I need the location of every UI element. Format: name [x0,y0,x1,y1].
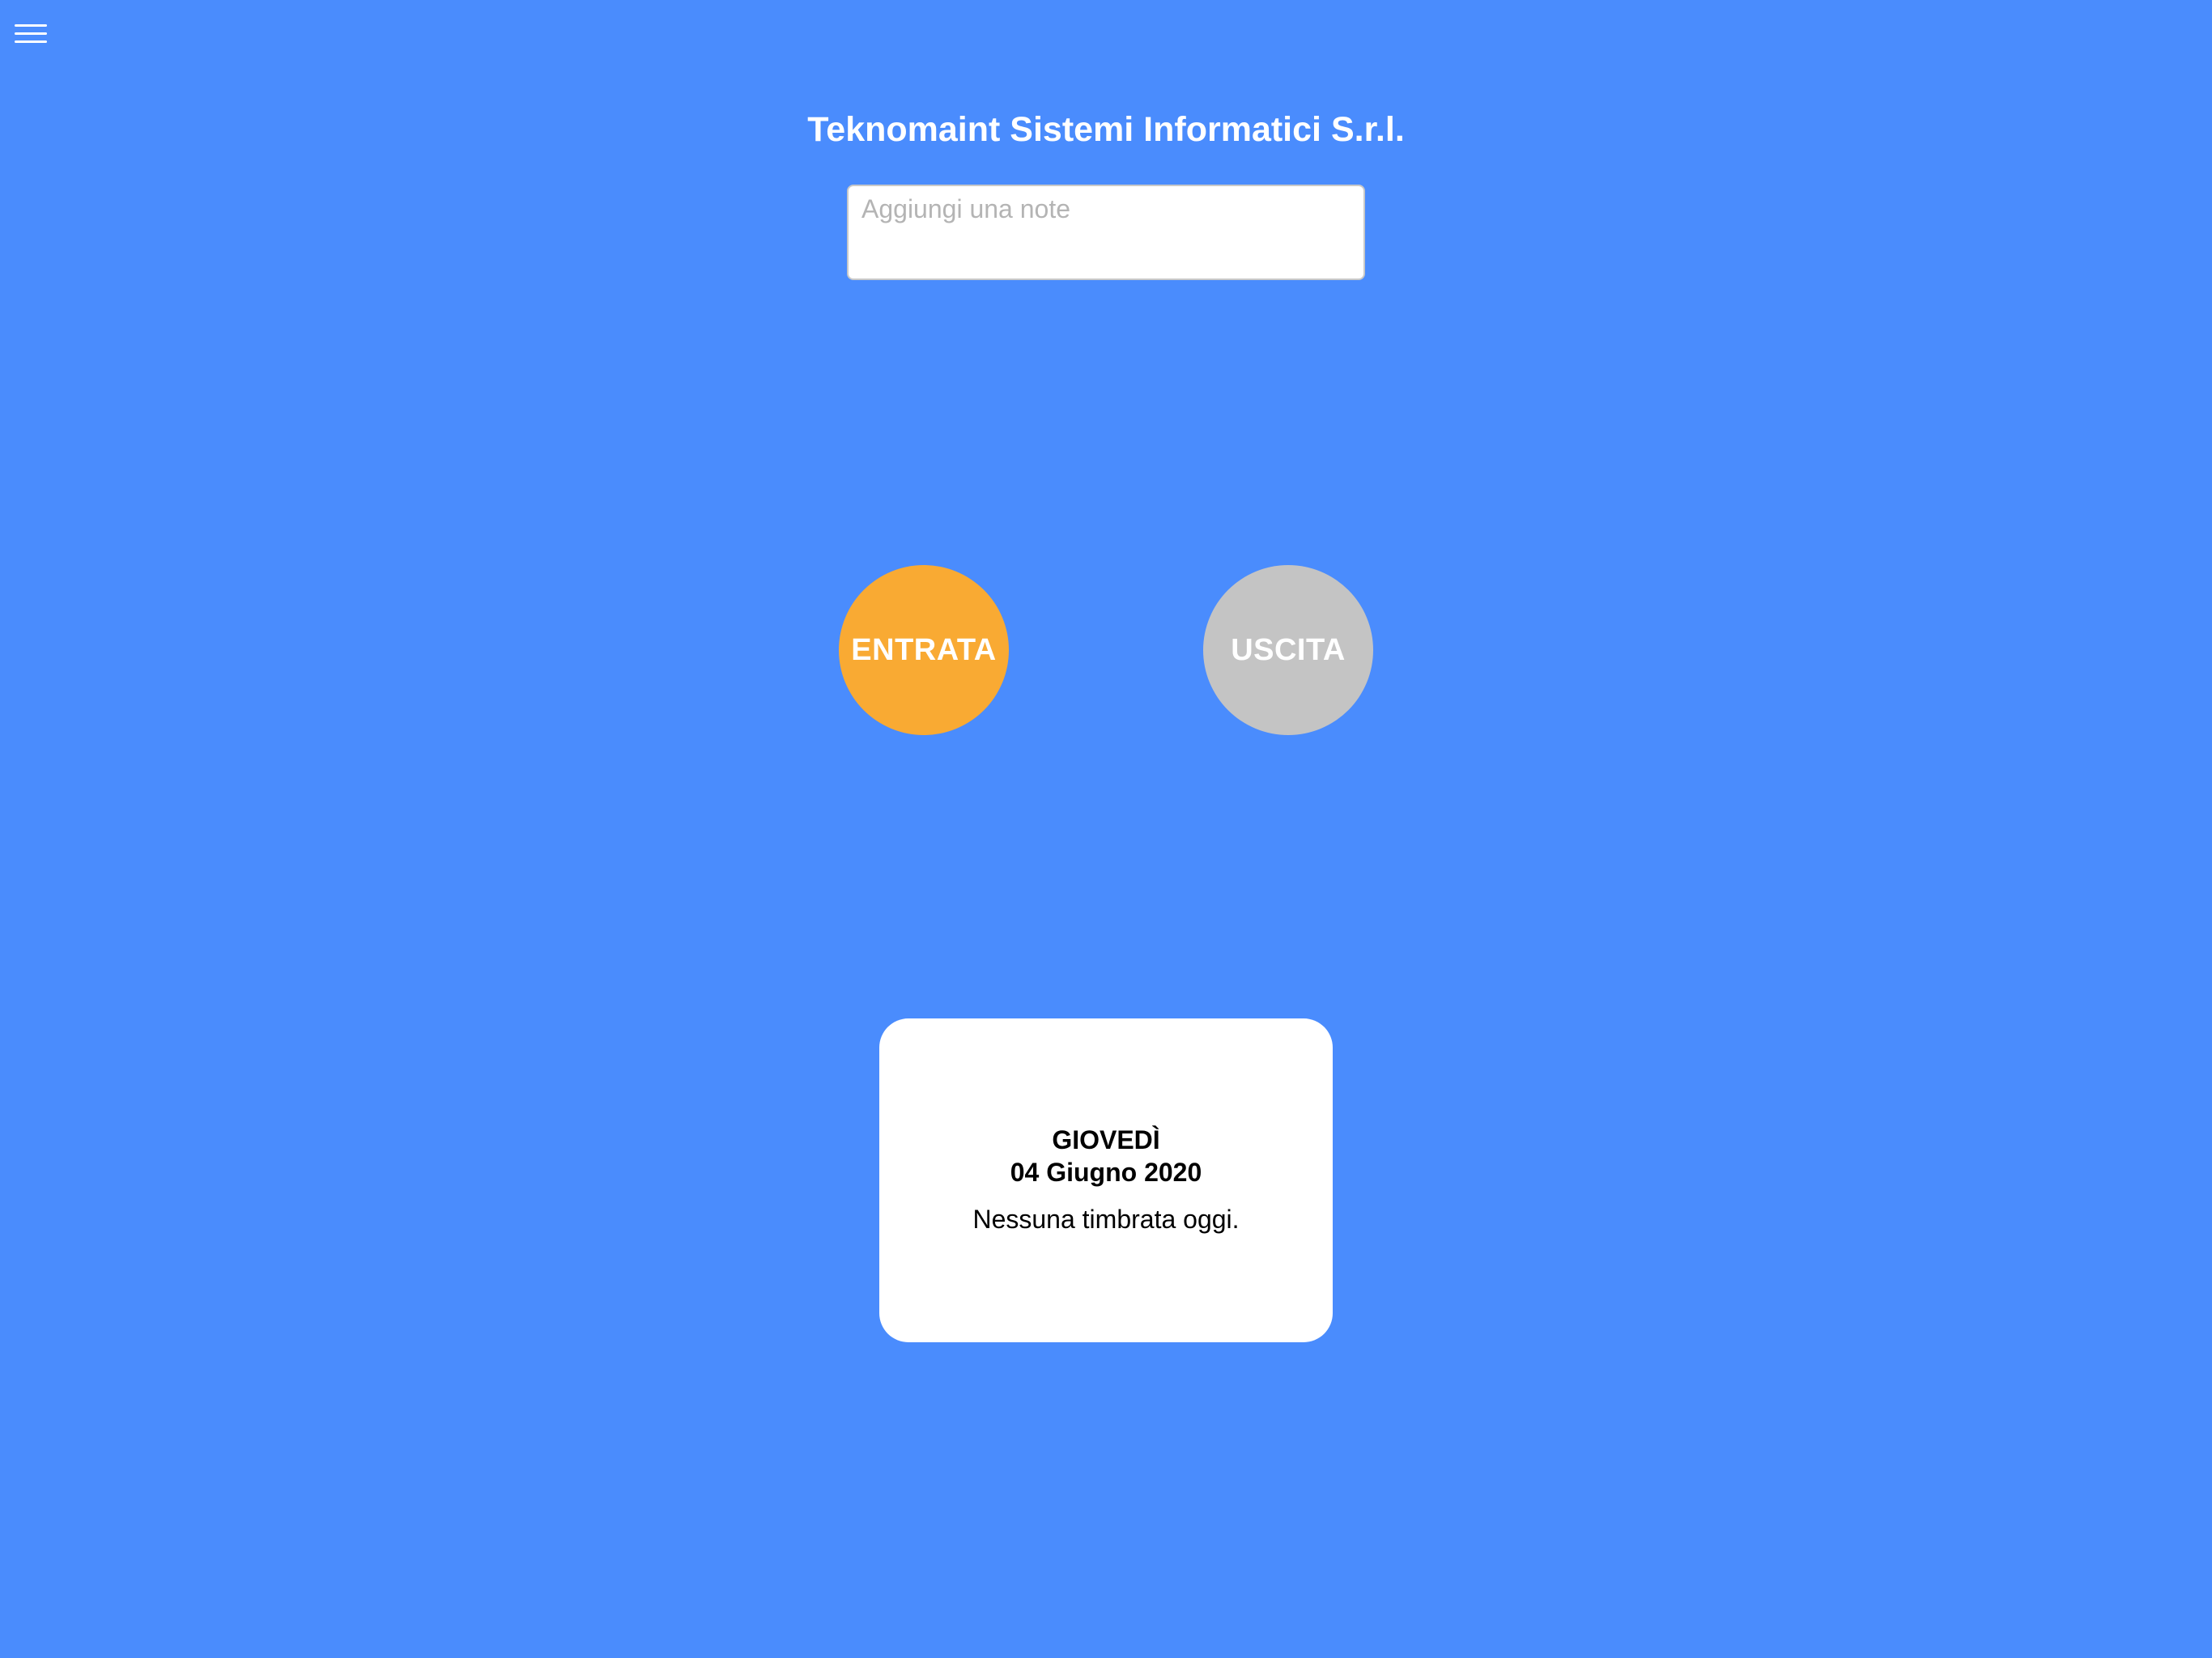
uscita-button-label: USCITA [1231,632,1346,667]
entrata-button-label: ENTRATA [851,632,997,667]
menu-icon-line [15,24,47,27]
day-status-text: Nessuna timbrata oggi. [972,1205,1240,1234]
day-summary-card: GIOVEDÌ 04 Giugno 2020 Nessuna timbrata … [879,1018,1333,1342]
menu-icon[interactable] [15,23,49,47]
menu-icon-line [15,40,47,43]
menu-icon-line [15,32,47,35]
company-title: Teknomaint Sistemi Informatici S.r.l. [807,110,1405,149]
day-weekday: GIOVEDÌ [1052,1125,1160,1154]
note-input[interactable] [847,185,1365,280]
day-date: 04 Giugno 2020 [1010,1158,1202,1187]
entrata-button[interactable]: ENTRATA [839,565,1009,735]
uscita-button[interactable]: USCITA [1203,565,1373,735]
